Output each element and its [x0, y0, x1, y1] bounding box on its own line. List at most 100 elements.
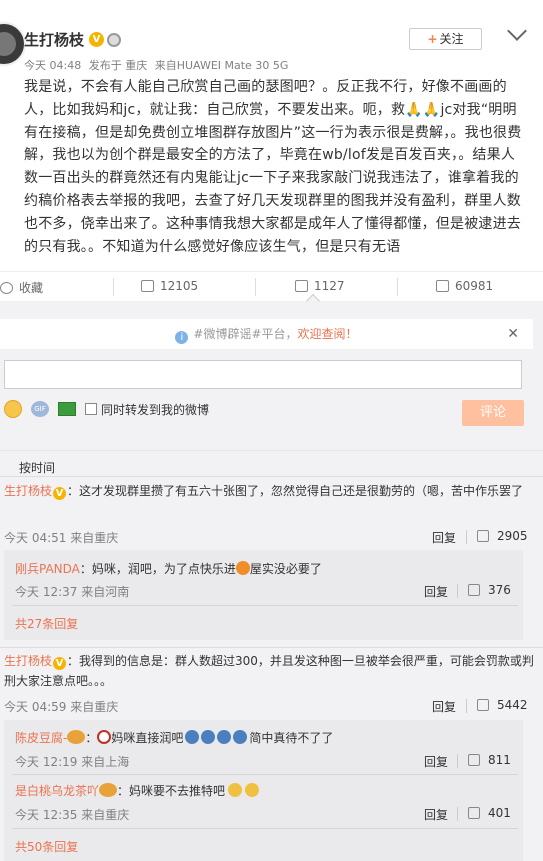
post-author[interactable]: 生打杨枝 V [24, 29, 122, 50]
comment-time: 今天 04:51 来自重庆 [4, 531, 119, 545]
thumbs-up-icon [477, 699, 489, 711]
divider [457, 807, 458, 821]
repost-checkbox-label: 同时转发到我的微博 [101, 402, 210, 417]
sort-bar: 按时间 [0, 450, 543, 476]
medal-icon [99, 783, 118, 797]
thumbs-up-icon [477, 530, 489, 542]
composer-tools: GIF 同时转发到我的微博 [4, 399, 209, 419]
comment-item: 生打杨枝 V ：这才发现群里攒了有五六十张图了，忽然觉得自己还是很勤劳的（嗯，苦中作… [0, 481, 543, 501]
plus-icon: + [427, 32, 438, 46]
post-time[interactable]: 今天 04:48 [24, 59, 81, 72]
divider [255, 278, 256, 296]
comment-text: ：这才发现群里攒了有五六十张图了，忽然觉得自己还是很勤劳的（嗯，苦中作乐罢了 [67, 484, 524, 498]
comment-body: 生打杨枝 V ：我得到的信息是：群人数超过300，并且发这种图一旦被举会很严重，可能… [0, 651, 536, 691]
divider [0, 476, 543, 477]
reply-button[interactable]: 回复 [424, 753, 448, 770]
comment-like-button[interactable]: 376 [468, 583, 511, 597]
divider [397, 278, 398, 296]
gif-icon[interactable]: GIF [31, 401, 49, 417]
divider [0, 647, 543, 648]
comment-icon [295, 280, 308, 292]
emoji-icon[interactable] [4, 400, 22, 418]
info-icon: i [175, 331, 189, 344]
repost-count: 12105 [160, 279, 199, 293]
divider [457, 754, 458, 768]
emoji-icon [245, 783, 260, 797]
comment-author[interactable]: 生打杨枝 [4, 484, 52, 498]
divider [12, 774, 518, 775]
sub-comment-text: ：妈咪，润吧，为了点快乐进 [79, 562, 236, 576]
follow-button[interactable]: + 关注 [409, 28, 482, 50]
doraemon-emoji-icon [185, 730, 200, 744]
avatar[interactable] [0, 22, 26, 66]
sub-comment-text-2: 简中真待不了了 [249, 731, 334, 745]
medal-icon [67, 730, 86, 744]
verified-v-icon: V [53, 657, 67, 670]
sort-by-time[interactable]: 按时间 [19, 459, 55, 476]
thumbs-up-icon [468, 754, 480, 766]
like-count: 60981 [455, 279, 494, 293]
notice-text: #微博辟谣#平台， [193, 327, 298, 341]
comment-text: ：我得到的信息是：群人数超过300，并且发这种图一旦被举会很严重，可能会罚款或判… [4, 654, 534, 688]
divider [12, 605, 518, 606]
reply-button[interactable]: 回复 [432, 698, 456, 715]
thumbs-up-icon [436, 280, 449, 292]
post-location: 发布于 重庆 [88, 59, 148, 72]
weibo-post: 生打杨枝 V + 关注 今天 04:48 发布于 重庆 来自HUAWEI Mate… [0, 0, 543, 268]
image-icon[interactable] [58, 402, 76, 416]
thumbs-up-icon [468, 584, 480, 596]
sub-comment-body: 陈皮豆腐-：妈咪直接润吧 简中真待不了了 [15, 730, 334, 745]
comment-like-button[interactable]: 811 [468, 753, 511, 767]
like-button[interactable]: 60981 [436, 279, 493, 293]
reply-button[interactable]: 回复 [424, 806, 448, 823]
comment-like-button[interactable]: 401 [468, 806, 511, 820]
comment-like-button[interactable]: 5442 [477, 698, 528, 712]
sub-comment-item: 是白桃乌龙茶吖 ：妈咪要不去推特吧 [0, 781, 543, 801]
doraemon-emoji-icon [217, 730, 232, 744]
thumbs-up-icon [468, 807, 480, 819]
comment-like-button[interactable]: 2905 [477, 529, 528, 543]
notice-link[interactable]: 欢迎查阅！ [298, 327, 358, 341]
repost-icon [141, 280, 154, 292]
emoji-icon [228, 783, 243, 797]
repost-button[interactable]: 12105 [141, 279, 198, 293]
medal-icon [107, 32, 122, 47]
comment-time: 今天 04:59 来自重庆 [4, 700, 119, 714]
sub-comment-time: 今天 12:37 来自河南 [15, 585, 130, 599]
sub-comment-body: 是白桃乌龙茶吖 ：妈咪要不去推特吧 [0, 781, 543, 801]
more-replies-link[interactable]: 共27条回复 [15, 615, 78, 632]
comment-like-count: 401 [488, 806, 511, 820]
post-source: 来自HUAWEI Mate 30 5G [154, 59, 289, 72]
chevron-down-icon[interactable] [507, 21, 527, 41]
comment-button[interactable]: 1127 [295, 279, 345, 293]
reply-button[interactable]: 回复 [424, 583, 448, 600]
sub-comment-body: 刚兵PANDA：妈咪，润吧，为了点快乐进 屋实没必要了 [0, 559, 543, 579]
rumor-notice: i #微博辟谣#平台，欢迎查阅！ ✕ [0, 319, 533, 349]
submit-button[interactable]: 评论 [462, 400, 524, 426]
sub-comment-time: 今天 12:35 来自重庆 [15, 808, 130, 822]
comment-like-count: 5442 [497, 698, 528, 712]
red-circle-emoji-icon [97, 730, 112, 744]
post-meta: 今天 04:48 发布于 重庆 来自HUAWEI Mate 30 5G [24, 57, 292, 73]
favorite-button[interactable]: 收藏 [0, 279, 43, 296]
comment-body: 生打杨枝 V ：这才发现群里攒了有五六十张图了，忽然觉得自己还是很勤劳的（嗯，苦中作… [0, 481, 530, 501]
repost-checkbox[interactable] [85, 403, 97, 415]
doraemon-emoji-icon [201, 730, 216, 744]
verified-v-icon: V [53, 487, 67, 500]
comment-count: 1127 [314, 279, 345, 293]
star-icon [0, 281, 13, 294]
follow-label: 关注 [439, 32, 464, 46]
comment-author[interactable]: 生打杨枝 [4, 654, 52, 668]
close-icon[interactable]: ✕ [507, 319, 519, 349]
reply-button[interactable]: 回复 [432, 529, 456, 546]
divider [457, 584, 458, 598]
sub-comment-author[interactable]: 刚兵PANDA [15, 562, 80, 576]
author-name[interactable]: 生打杨枝 [24, 29, 84, 50]
more-replies-link[interactable]: 共50条回复 [15, 838, 78, 855]
sub-comment-item: 陈皮豆腐-：妈咪直接润吧 简中真待不了了 [0, 728, 543, 748]
sub-comment-text: 妈咪直接润吧 [111, 731, 184, 745]
sub-comment-text-2: 屋实没必要了 [249, 562, 322, 576]
sub-comment-author[interactable]: 是白桃乌龙茶吖 [15, 784, 99, 798]
sub-comment-author[interactable]: 陈皮豆腐- [15, 731, 67, 745]
comment-input[interactable] [4, 360, 522, 389]
